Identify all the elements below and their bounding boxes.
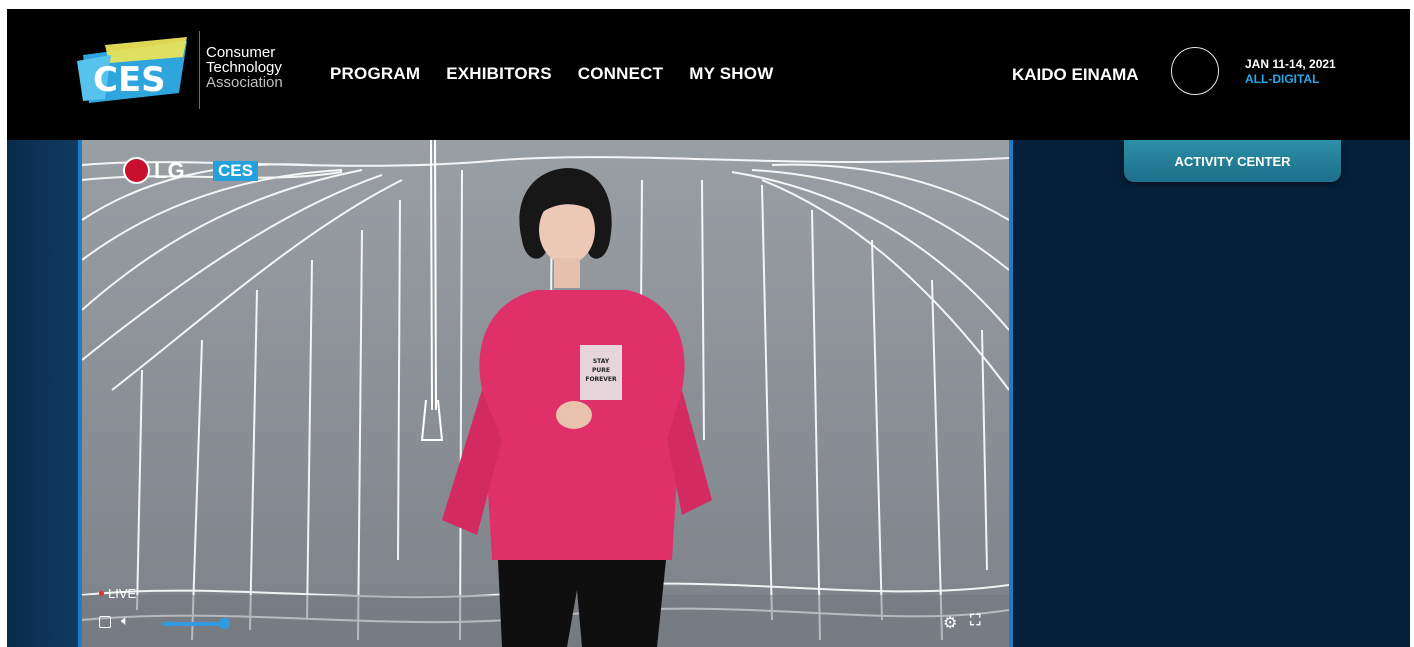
ces-logo[interactable]: CES [75,37,193,107]
volume-icon[interactable]: 🔈︎ [121,612,129,629]
svg-text:FOREVER: FOREVER [585,376,617,383]
activity-center-button[interactable]: ACTIVITY CENTER [1124,140,1341,182]
ces-logo-text: CES [93,60,166,100]
settings-icon[interactable]: ⚙︎ [943,613,957,633]
left-gutter [7,140,78,647]
nav-exhibitors[interactable]: EXHIBITORS [446,64,552,84]
org-line-1: Consumer [206,44,276,61]
top-bar: CES Consumer Technology Association PROG… [7,9,1410,140]
svg-text:PURE: PURE [592,367,610,374]
lg-logo-text: LG [154,157,185,183]
org-line-2: Technology [206,59,282,76]
logo-divider [199,31,200,109]
nav-my-show[interactable]: MY SHOW [689,64,773,84]
video-frame: STAY PURE FOREVER [82,140,1009,647]
fullscreen-icon[interactable]: ⛶ [970,612,981,629]
event-date: JAN 11-14, 2021 [1245,57,1336,71]
main-nav: PROGRAM EXHIBITORS CONNECT MY SHOW [330,64,773,84]
event-format: ALL-DIGITAL [1245,72,1320,86]
org-line-3: Association [206,74,283,91]
lg-circle-icon [123,157,150,184]
event-info: JAN 11-14, 2021 ALL-DIGITAL [1245,57,1336,87]
app-frame: CES Consumer Technology Association PROG… [7,9,1410,647]
user-name[interactable]: KAIDO EINAMA [1012,65,1139,85]
nav-connect[interactable]: CONNECT [578,64,663,84]
org-name: Consumer Technology Association [206,45,283,90]
volume-slider[interactable] [162,622,224,626]
live-indicator: LIVE [99,586,136,601]
avatar[interactable] [1171,47,1219,95]
volume-slider-handle[interactable] [219,618,230,629]
right-panel [1013,140,1410,647]
video-player[interactable]: STAY PURE FOREVER [78,140,1013,647]
live-dot-icon [99,591,104,596]
live-label: LIVE [108,586,137,601]
lg-logo: LG [123,157,185,184]
svg-text:STAY: STAY [593,358,610,365]
video-ces-logo: CES [213,161,258,181]
nav-program[interactable]: PROGRAM [330,64,420,84]
stop-icon[interactable] [99,616,111,628]
